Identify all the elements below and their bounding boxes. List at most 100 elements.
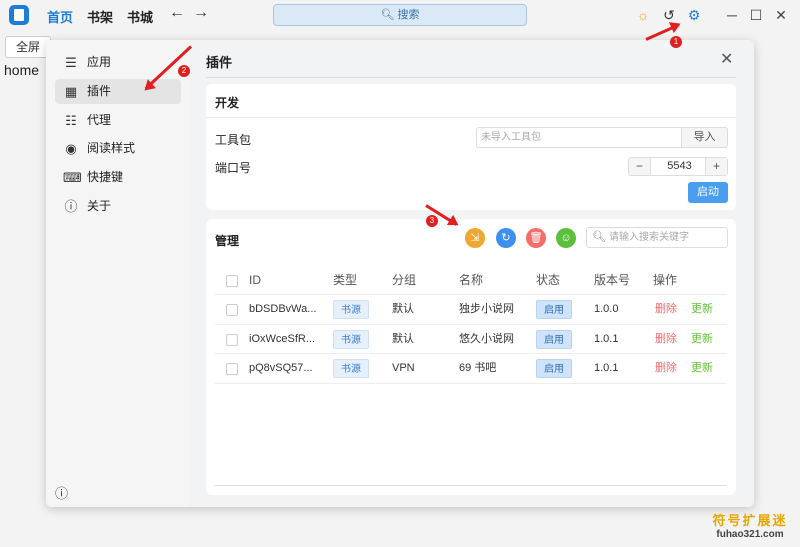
column-header: ID <box>249 273 261 287</box>
port-input[interactable]: 5543 <box>652 158 707 175</box>
plugin-group: 默认 <box>392 332 414 345</box>
plugin-version: 1.0.1 <box>594 332 619 345</box>
annotation-badge: 1 <box>670 36 682 48</box>
select-all-checkbox[interactable] <box>226 275 238 287</box>
settings-icon[interactable]: ⚙ <box>685 6 703 24</box>
settings-sidebar: ☰ 应用 ▦ 插件 ☷ 代理 ◉ 阅读样式 ⌨ 快捷键 ⓘ 关于 ⓘ <box>46 40 189 507</box>
delete-link[interactable]: 删除 <box>655 325 677 354</box>
settings-dialog: ☰ 应用 ▦ 插件 ☷ 代理 ◉ 阅读样式 ⌨ 快捷键 ⓘ 关于 ⓘ 插件 ✕ <box>46 40 754 507</box>
nav-bookshelf[interactable]: 书架 <box>87 7 113 26</box>
sidebar-item-label: 代理 <box>87 113 112 127</box>
close-icon[interactable]: ✕ <box>773 6 789 24</box>
type-tag: 书源 <box>333 359 369 378</box>
plugin-group: 默认 <box>392 303 414 315</box>
column-header: 操作 <box>653 273 678 287</box>
start-button[interactable]: 启动 <box>688 182 728 203</box>
watermark: 符号扩展迷 fuhao321.com <box>704 510 796 540</box>
dialog-close-icon[interactable]: ✕ <box>720 49 733 69</box>
dev-title: 开发 <box>215 96 240 110</box>
home-text: home <box>4 62 40 78</box>
sidebar-item-reading-style[interactable]: ◉ 阅读样式 <box>55 136 181 161</box>
plugin-search-input[interactable]: 🔍︎ 请输入搜索关键字 <box>586 227 728 248</box>
global-search-button[interactable]: 🔍︎ 搜索 <box>273 4 527 26</box>
import-button[interactable]: 导入 <box>682 127 728 148</box>
status-badge[interactable]: 启用 <box>536 300 572 319</box>
plugin-name: 独步小说网 <box>459 303 514 315</box>
table-row: iOxWceSfR... 书源 默认 悠久小说网 启用 1.0.1 删除 更新 <box>215 325 727 354</box>
table-header: ID 类型 分组 名称 状态 版本号 操作 <box>215 266 727 295</box>
port-stepper: − 5543 + <box>628 157 728 176</box>
column-header: 分组 <box>392 273 417 287</box>
plugins-panel: 插件 ✕ 开发 工具包 未导入工具包 导入 端口号 − 5543 + 启动 管理… <box>189 40 754 507</box>
plugin-group: VPN <box>392 362 415 374</box>
plugin-id: bDSDBvWa... <box>249 303 317 315</box>
footer-info-icon[interactable]: ⓘ <box>55 483 68 502</box>
divider <box>206 117 736 118</box>
update-link[interactable]: 更新 <box>691 325 713 354</box>
minimize-icon[interactable]: ─ <box>724 6 740 24</box>
toolkit-input[interactable]: 未导入工具包 <box>476 127 682 148</box>
management-card: 管理 ⇲ ↻ 🗑︎ ☺ 🔍︎ 请输入搜索关键字 ID 类型 分组 名称 状态 版… <box>206 219 736 495</box>
row-checkbox[interactable] <box>226 363 238 375</box>
column-header: 版本号 <box>594 273 631 287</box>
toolkit-label: 工具包 <box>215 133 252 147</box>
increment-button[interactable]: + <box>705 158 727 175</box>
status-badge[interactable]: 启用 <box>536 359 572 378</box>
search-label: 搜索 <box>397 9 420 21</box>
maximize-icon[interactable]: ☐ <box>748 6 764 24</box>
search-icon: 🔍︎ <box>380 9 395 21</box>
port-label: 端口号 <box>215 161 252 175</box>
delete-link[interactable]: 删除 <box>655 354 677 383</box>
plugin-name: 69 书吧 <box>459 362 497 374</box>
dev-card: 开发 工具包 未导入工具包 导入 端口号 − 5543 + 启动 <box>206 84 736 210</box>
back-arrow-icon[interactable]: ← <box>169 4 185 22</box>
forward-arrow-icon[interactable]: → <box>193 4 209 22</box>
sidebar-item-shortcuts[interactable]: ⌨ 快捷键 <box>55 165 181 190</box>
plugin-version: 1.0.0 <box>594 303 619 315</box>
sidebar-item-label: 阅读样式 <box>87 141 136 155</box>
watermark-en: fuhao321.com <box>716 529 784 540</box>
page-title: 插件 <box>206 55 233 70</box>
type-tag: 书源 <box>333 300 369 319</box>
status-badge[interactable]: 启用 <box>536 329 572 349</box>
sidebar-item-label: 插件 <box>87 84 112 98</box>
table-row: bDSDBvWa... 书源 默认 独步小说网 启用 1.0.0 删除 更新 <box>215 295 727 325</box>
delete-link[interactable]: 删除 <box>655 295 677 324</box>
column-header: 类型 <box>333 273 358 287</box>
nav-home[interactable]: 首页 <box>47 7 73 26</box>
palette-icon: ◉ <box>65 141 77 156</box>
sidebar-item-label: 关于 <box>87 199 112 213</box>
refresh-icon[interactable]: ↻ <box>496 228 516 248</box>
smile-icon[interactable]: ☺ <box>556 228 576 248</box>
import-icon[interactable]: ⇲ <box>465 228 485 248</box>
fullscreen-button[interactable]: 全屏 <box>5 36 51 58</box>
sun-icon[interactable]: ☼ <box>634 6 652 24</box>
grid-icon: ▦ <box>64 84 78 99</box>
plugin-table: ID 类型 分组 名称 状态 版本号 操作 bDSDBvWa... 书源 默认 … <box>215 266 727 384</box>
row-checkbox[interactable] <box>226 333 238 346</box>
row-checkbox[interactable] <box>226 304 238 316</box>
type-tag: 书源 <box>333 329 369 349</box>
update-link[interactable]: 更新 <box>691 295 713 324</box>
keyboard-icon: ⌨ <box>63 170 82 185</box>
search-placeholder: 请输入搜索关键字 <box>609 232 689 243</box>
nav-bookstore[interactable]: 书城 <box>127 7 153 26</box>
sidebar-item-about[interactable]: ⓘ 关于 <box>55 194 181 219</box>
update-link[interactable]: 更新 <box>691 354 713 383</box>
search-icon: 🔍︎ <box>592 231 606 243</box>
annotation-badge: 2 <box>178 65 190 77</box>
column-header: 状态 <box>536 273 561 287</box>
sidebar-item-proxy[interactable]: ☷ 代理 <box>55 108 181 133</box>
sidebar-item-plugins[interactable]: ▦ 插件 <box>55 79 181 104</box>
delete-icon[interactable]: 🗑︎ <box>526 228 546 248</box>
decrement-button[interactable]: − <box>629 158 651 175</box>
plugin-id: pQ8vSQ57... <box>249 362 313 374</box>
column-header: 名称 <box>459 273 484 287</box>
management-title: 管理 <box>215 234 240 248</box>
plugin-id: iOxWceSfR... <box>249 332 316 345</box>
plugin-version: 1.0.1 <box>594 362 619 374</box>
app-logo-icon <box>9 5 29 25</box>
divider <box>215 485 727 486</box>
sliders-icon: ☰ <box>65 55 77 70</box>
table-row: pQ8vSQ57... 书源 VPN 69 书吧 启用 1.0.1 删除 更新 <box>215 354 727 384</box>
